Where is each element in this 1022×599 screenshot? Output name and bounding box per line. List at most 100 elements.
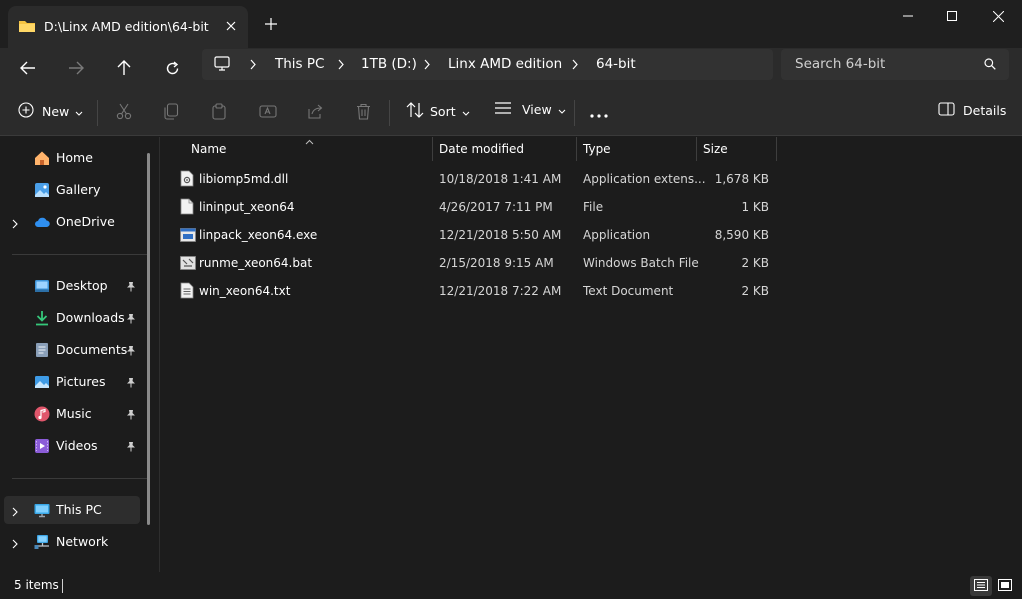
pictures-icon	[34, 374, 50, 390]
title-bar: D:\Linx AMD edition\64-bit	[0, 0, 1022, 48]
breadcrumb-drive[interactable]: 1TB (D:)	[361, 56, 417, 72]
chevron-right-icon[interactable]	[12, 217, 18, 232]
chevron-right-icon[interactable]	[338, 58, 344, 73]
chevron-right-icon[interactable]	[424, 58, 430, 73]
generic-file-icon	[180, 198, 194, 215]
pin-icon[interactable]	[126, 312, 136, 327]
file-name: win_xeon64.txt	[199, 284, 291, 298]
column-header-date[interactable]: Date modified	[432, 137, 576, 161]
main-area: Home Gallery OneDrive Desktop Downloads …	[0, 137, 1022, 572]
pin-icon[interactable]	[126, 440, 136, 455]
file-size: 2 KB	[741, 256, 769, 270]
table-row[interactable]: win_xeon64.txt 12/21/2018 7:22 AM Text D…	[176, 278, 776, 304]
search-icon[interactable]	[984, 58, 996, 73]
file-size: 2 KB	[741, 284, 769, 298]
paste-icon[interactable]	[211, 103, 227, 123]
delete-icon[interactable]	[356, 103, 371, 123]
sidebar-item-downloads[interactable]: Downloads	[4, 304, 140, 332]
music-icon	[34, 406, 50, 422]
sidebar-label: Videos	[56, 438, 98, 453]
rename-icon[interactable]	[259, 103, 277, 123]
pin-icon[interactable]	[126, 376, 136, 391]
column-label: Type	[583, 142, 611, 156]
refresh-button[interactable]	[158, 54, 186, 82]
share-icon[interactable]	[307, 103, 324, 123]
cut-icon[interactable]	[116, 103, 132, 123]
pin-icon[interactable]	[126, 280, 136, 295]
details-view-button[interactable]	[970, 576, 992, 596]
details-label: Details	[963, 103, 1007, 118]
column-header-type[interactable]: Type	[576, 137, 696, 161]
large-icons-view-button[interactable]	[994, 576, 1016, 596]
sort-label: Sort	[430, 104, 456, 119]
table-row[interactable]: runme_xeon64.bat 2/15/2018 9:15 AM Windo…	[176, 250, 776, 276]
sidebar-divider	[12, 254, 148, 255]
file-type: Application extens...	[583, 172, 706, 186]
breadcrumb[interactable]: This PC 1TB (D:) Linx AMD edition 64-bit	[202, 49, 773, 80]
more-options-button[interactable]	[590, 106, 608, 121]
chevron-right-icon[interactable]	[572, 58, 578, 73]
sort-arrows-icon	[406, 102, 424, 121]
table-row[interactable]: linpack_xeon64.exe 12/21/2018 5:50 AM Ap…	[176, 222, 776, 248]
download-icon	[34, 310, 50, 326]
up-button[interactable]	[110, 54, 138, 82]
sidebar-item-pictures[interactable]: Pictures	[4, 368, 140, 396]
breadcrumb-linx-folder[interactable]: Linx AMD edition	[448, 56, 562, 72]
new-button[interactable]: New	[18, 102, 83, 121]
breadcrumb-this-pc[interactable]: This PC	[275, 56, 324, 72]
sidebar-item-onedrive[interactable]: OneDrive	[4, 208, 140, 236]
desktop-icon	[34, 278, 50, 294]
maximize-button[interactable]	[929, 0, 975, 32]
file-date: 4/26/2017 7:11 PM	[439, 200, 553, 214]
sidebar-item-gallery[interactable]: Gallery	[4, 176, 140, 204]
table-row[interactable]: lininput_xeon64 4/26/2017 7:11 PM File 1…	[176, 194, 776, 220]
close-window-button[interactable]	[975, 0, 1021, 32]
view-button[interactable]: View	[494, 102, 566, 117]
computer-icon[interactable]	[214, 56, 230, 74]
sidebar-label: Home	[56, 150, 93, 165]
back-button[interactable]	[14, 54, 42, 82]
sidebar-item-this-pc[interactable]: This PC	[4, 496, 140, 524]
forward-button[interactable]	[62, 54, 90, 82]
chevron-right-icon[interactable]	[12, 537, 18, 552]
sidebar-item-videos[interactable]: Videos	[4, 432, 140, 460]
chevron-right-icon[interactable]	[12, 505, 18, 520]
copy-icon[interactable]	[163, 103, 179, 123]
column-divider[interactable]	[776, 137, 777, 161]
file-name: lininput_xeon64	[199, 200, 295, 214]
sidebar-scrollbar[interactable]	[147, 153, 150, 525]
table-row[interactable]: libiomp5md.dll 10/18/2018 1:41 AM Applic…	[176, 166, 776, 192]
sidebar-item-documents[interactable]: Documents	[4, 336, 140, 364]
address-row: This PC 1TB (D:) Linx AMD edition 64-bit…	[0, 48, 1022, 88]
sort-button[interactable]: Sort	[406, 102, 470, 121]
txt-file-icon	[180, 282, 194, 299]
home-icon	[34, 150, 50, 166]
network-icon	[34, 534, 50, 550]
tab-current-folder[interactable]: D:\Linx AMD edition\64-bit	[8, 6, 248, 48]
new-tab-button[interactable]	[261, 14, 281, 34]
chevron-right-icon[interactable]	[250, 58, 256, 73]
column-label: Name	[191, 142, 227, 156]
column-header-name[interactable]: Name	[184, 137, 432, 161]
command-bar: New Sort View Details	[0, 88, 1022, 136]
sidebar-item-home[interactable]: Home	[4, 144, 140, 172]
chevron-down-icon	[462, 104, 470, 119]
details-pane-icon	[938, 102, 955, 119]
minimize-button[interactable]	[885, 0, 931, 32]
column-header-size[interactable]: Size	[696, 137, 776, 161]
sidebar-item-music[interactable]: Music	[4, 400, 140, 428]
file-name: runme_xeon64.bat	[199, 256, 313, 270]
column-label: Size	[703, 142, 728, 156]
search-input[interactable]: Search 64-bit	[781, 49, 1009, 80]
bat-file-icon	[180, 254, 196, 271]
details-pane-button[interactable]: Details	[938, 102, 1006, 119]
cloud-icon	[34, 214, 50, 230]
file-type: Windows Batch File	[583, 256, 699, 270]
pin-icon[interactable]	[126, 408, 136, 423]
pin-icon[interactable]	[126, 344, 136, 359]
sidebar-item-desktop[interactable]: Desktop	[4, 272, 140, 300]
gallery-icon	[34, 182, 50, 198]
close-tab-icon[interactable]	[222, 17, 240, 35]
sidebar-item-network[interactable]: Network	[4, 528, 140, 556]
breadcrumb-64bit-folder[interactable]: 64-bit	[596, 56, 636, 72]
